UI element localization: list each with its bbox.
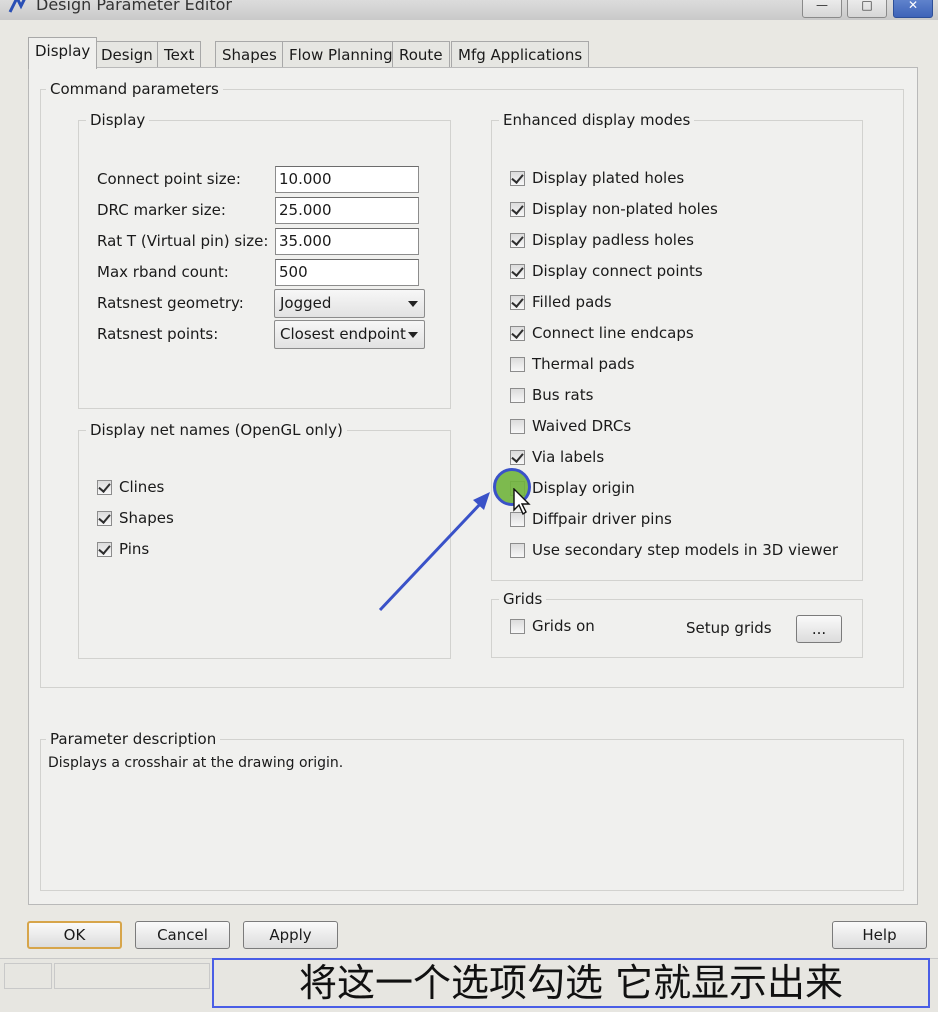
status-segment <box>54 963 210 989</box>
ratsnest-geometry-label: Ratsnest geometry: <box>97 294 244 312</box>
drc-marker-size-input[interactable]: 25.000 <box>275 197 419 224</box>
subtitle-caption: 将这一个选项勾选 它就显示出来 <box>212 958 930 1008</box>
net-names-group-title: Display net names (OpenGL only) <box>86 421 347 439</box>
parameter-description-title: Parameter description <box>46 730 221 748</box>
ok-button[interactable]: OK <box>27 921 122 949</box>
checkmark-icon <box>511 171 524 184</box>
checkmark-icon <box>511 450 524 463</box>
chevron-down-icon <box>408 332 418 338</box>
tab-display[interactable]: Display <box>28 37 98 69</box>
tab-mfg-applications[interactable]: Mfg Applications <box>451 41 590 68</box>
max-rband-count-label: Max rband count: <box>97 263 229 281</box>
net-names-pins-checkbox[interactable] <box>97 542 112 557</box>
connect-point-size-input[interactable]: 10.000 <box>275 166 419 193</box>
tab-design[interactable]: Design <box>94 41 160 68</box>
waived-drcs-label: Waived DRCs <box>532 417 632 435</box>
display-non-plated-holes-label: Display non-plated holes <box>532 200 718 218</box>
checkmark-icon <box>98 542 111 555</box>
display-connect-points-label: Display connect points <box>532 262 703 280</box>
via-labels-label: Via labels <box>532 448 605 466</box>
display-plated-holes-checkbox[interactable] <box>510 171 525 186</box>
net-names-clines-label: Clines <box>119 478 165 496</box>
tab-text[interactable]: Text <box>157 41 202 68</box>
filled-pads-label: Filled pads <box>532 293 612 311</box>
rat-t-size-label: Rat T (Virtual pin) size: <box>97 232 269 250</box>
window-title: Design Parameter Editor <box>36 0 233 14</box>
display-plated-holes-label: Display plated holes <box>532 169 685 187</box>
net-names-shapes-checkbox[interactable] <box>97 511 112 526</box>
mouse-cursor-icon <box>513 488 531 516</box>
checkmark-icon <box>511 326 524 339</box>
chevron-down-icon <box>408 301 418 307</box>
thermal-pads-label: Thermal pads <box>532 355 635 373</box>
ratsnest-points-select[interactable]: Closest endpoint <box>274 320 425 349</box>
net-names-clines-checkbox[interactable] <box>97 480 112 495</box>
app-icon <box>8 0 26 13</box>
ratsnest-points-value: Closest endpoint <box>280 325 406 343</box>
bus-rats-label: Bus rats <box>532 386 594 404</box>
tab-shapes[interactable]: Shapes <box>215 41 284 68</box>
display-padless-holes-checkbox[interactable] <box>510 233 525 248</box>
checkmark-icon <box>511 233 524 246</box>
connect-point-size-label: Connect point size: <box>97 170 241 188</box>
bus-rats-checkbox[interactable] <box>510 388 525 403</box>
connect-line-endcaps-checkbox[interactable] <box>510 326 525 341</box>
maximize-button[interactable]: □ <box>847 0 887 18</box>
max-rband-count-input[interactable]: 500 <box>275 259 419 286</box>
checkmark-icon <box>511 202 524 215</box>
title-bar: Design Parameter Editor — □ ✕ <box>0 0 938 20</box>
grids-on-checkbox[interactable] <box>510 619 525 634</box>
grids-group-title: Grids <box>499 590 547 608</box>
enhanced-display-title: Enhanced display modes <box>499 111 695 129</box>
display-non-plated-holes-checkbox[interactable] <box>510 202 525 217</box>
checkmark-icon <box>511 264 524 277</box>
setup-grids-button[interactable]: ... <box>796 615 842 643</box>
checkmark-icon <box>98 511 111 524</box>
drc-marker-size-label: DRC marker size: <box>97 201 226 219</box>
setup-grids-label: Setup grids <box>686 619 772 637</box>
net-names-pins-label: Pins <box>119 540 150 558</box>
grids-on-label: Grids on <box>532 617 595 635</box>
connect-line-endcaps-label: Connect line endcaps <box>532 324 694 342</box>
status-segment <box>4 963 52 989</box>
tab-flow-planning[interactable]: Flow Planning <box>282 41 400 68</box>
cancel-button[interactable]: Cancel <box>135 921 230 949</box>
waived-drcs-checkbox[interactable] <box>510 419 525 434</box>
thermal-pads-checkbox[interactable] <box>510 357 525 372</box>
display-padless-holes-label: Display padless holes <box>532 231 694 249</box>
use-secondary-step-models-in-3d-viewer-checkbox[interactable] <box>510 543 525 558</box>
close-button[interactable]: ✕ <box>893 0 933 18</box>
display-connect-points-checkbox[interactable] <box>510 264 525 279</box>
command-parameters-title: Command parameters <box>46 80 223 98</box>
ratsnest-geometry-select[interactable]: Jogged <box>274 289 425 318</box>
tab-route[interactable]: Route <box>392 41 450 68</box>
use-secondary-step-models-in-3d-viewer-label: Use secondary step models in 3D viewer <box>532 541 839 559</box>
apply-button[interactable]: Apply <box>243 921 338 949</box>
net-names-shapes-label: Shapes <box>119 509 174 527</box>
help-button[interactable]: Help <box>832 921 927 949</box>
rat-t-size-input[interactable]: 35.000 <box>275 228 419 255</box>
checkmark-icon <box>511 295 524 308</box>
checkmark-icon <box>98 480 111 493</box>
minimize-button[interactable]: — <box>802 0 842 18</box>
via-labels-checkbox[interactable] <box>510 450 525 465</box>
parameter-description-text: Displays a crosshair at the drawing orig… <box>48 755 344 771</box>
ratsnest-points-label: Ratsnest points: <box>97 325 219 343</box>
diffpair-driver-pins-label: Diffpair driver pins <box>532 510 672 528</box>
filled-pads-checkbox[interactable] <box>510 295 525 310</box>
display-origin-label: Display origin <box>532 479 635 497</box>
ratsnest-geometry-value: Jogged <box>280 294 332 312</box>
display-group-title: Display <box>86 111 150 129</box>
